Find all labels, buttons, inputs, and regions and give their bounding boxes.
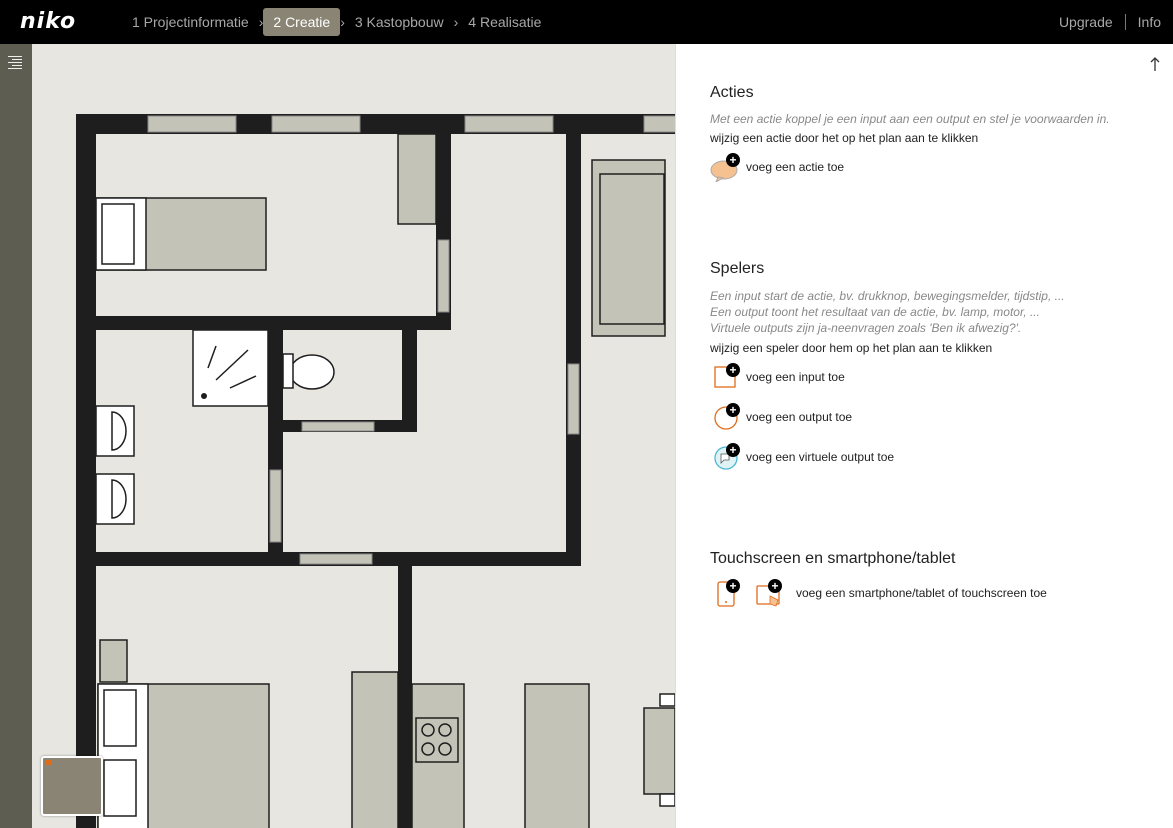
plus-icon: + <box>726 363 740 377</box>
add-device-button[interactable]: + + voeg een smartphone/tablet of touchs… <box>710 578 1047 608</box>
add-virtual-output-button[interactable]: + voeg een virtuele output toe <box>710 442 894 472</box>
spelers-description-1: Een input start de actie, bv. drukknop, … <box>710 289 1065 303</box>
upgrade-link[interactable]: Upgrade <box>1059 14 1113 30</box>
floor-plan-canvas[interactable] <box>32 44 675 828</box>
add-input-label: voeg een input toe <box>746 370 845 384</box>
step-projectinformatie[interactable]: 1 Projectinformatie <box>122 8 259 36</box>
left-rail <box>0 44 32 828</box>
floor-plan-drawing <box>76 114 675 828</box>
plus-icon: + <box>726 579 740 593</box>
add-action-label: voeg een actie toe <box>746 160 845 174</box>
add-output-button[interactable]: + voeg een output toe <box>710 402 852 432</box>
touchscreen-icon: + <box>754 578 786 608</box>
spelers-hint: wijzig een speler door hem op het plan a… <box>710 341 993 355</box>
spelers-description-2: Een output toont het resultaat van de ac… <box>710 305 1040 319</box>
plus-icon: + <box>768 579 782 593</box>
add-action-button[interactable]: + voeg een actie toe <box>710 152 845 184</box>
output-circle-icon: + <box>710 402 742 432</box>
acties-title: Acties <box>710 84 754 101</box>
spelers-title: Spelers <box>710 260 765 277</box>
add-output-label: voeg een output toe <box>746 410 853 424</box>
step-realisatie[interactable]: 4 Realisatie <box>458 8 551 36</box>
step-navigation: 1 Projectinformatie › 2 Creatie › 3 Kast… <box>122 0 551 44</box>
thumbnail-marker <box>45 760 51 765</box>
add-input-button[interactable]: + voeg een input toe <box>710 362 845 392</box>
arrow-up-icon[interactable] <box>1149 56 1161 72</box>
plus-icon: + <box>726 153 740 167</box>
add-virtual-output-label: voeg een virtuele output toe <box>746 450 895 464</box>
menu-icon[interactable] <box>8 56 22 72</box>
top-bar: niko 1 Projectinformatie › 2 Creatie › 3… <box>0 0 1173 44</box>
virtual-output-icon: + <box>710 442 742 472</box>
plus-icon: + <box>726 443 740 457</box>
spelers-description-3: Virtuele outputs zijn ja-neenvragen zoal… <box>710 321 1022 335</box>
acties-hint: wijzig een actie door het op het plan aa… <box>710 131 979 145</box>
nav-divider <box>1124 14 1126 30</box>
info-link[interactable]: Info <box>1138 14 1161 30</box>
niko-logo: niko <box>20 9 77 34</box>
top-nav-links: Upgrade Info <box>1059 0 1161 44</box>
add-device-label: voeg een smartphone/tablet of touchscree… <box>796 586 1047 600</box>
touchscreen-title: Touchscreen en smartphone/tablet <box>710 550 956 567</box>
step-creatie[interactable]: 2 Creatie <box>263 8 341 36</box>
smartphone-icon: + <box>710 578 742 608</box>
step-kastopbouw[interactable]: 3 Kastopbouw <box>345 8 454 36</box>
speech-bubble-icon: + <box>710 152 742 184</box>
plan-thumbnail[interactable] <box>41 756 103 816</box>
right-panel: Acties Met een actie koppel je een input… <box>675 44 1173 828</box>
plus-icon: + <box>726 403 740 417</box>
input-square-icon: + <box>710 362 742 392</box>
acties-description: Met een actie koppel je een input aan ee… <box>710 112 1110 126</box>
